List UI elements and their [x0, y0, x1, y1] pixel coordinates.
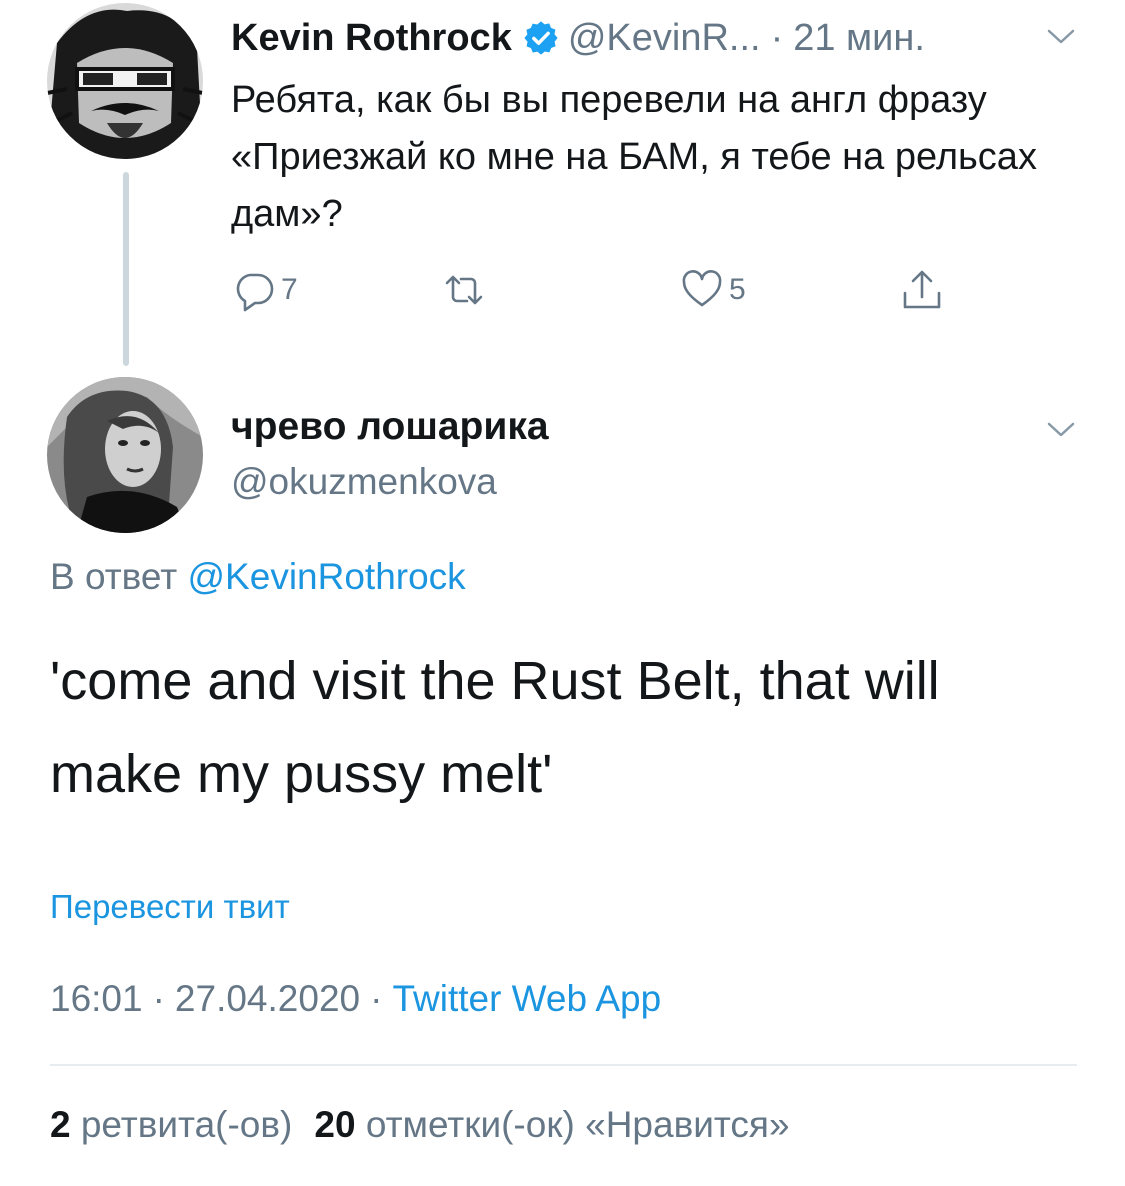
parent-tweet-text: Ребята, как бы вы перевели на англ фразу…: [231, 79, 1037, 235]
reply-to-prefix: В ответ: [50, 556, 178, 597]
parent-author-handle[interactable]: @KevinR...: [568, 17, 761, 60]
reply-to-line: В ответ @KevinRothrock: [50, 556, 466, 598]
translate-tweet-link[interactable]: Перевести твит: [50, 888, 290, 926]
reply-to-mention-link[interactable]: @KevinRothrock: [188, 556, 466, 597]
retweet-icon: [441, 267, 487, 313]
parent-tweet-actions: 7 5: [231, 262, 961, 318]
like-count: 5: [729, 273, 746, 306]
likes-label: отметки(-ок) «Нравится»: [365, 1104, 790, 1145]
tweet-meta: 16:01 · 27.04.2020 · Twitter Web App: [50, 978, 661, 1020]
reply-author-avatar[interactable]: [47, 377, 203, 533]
reply-tweet-text: 'come and visit the Rust Belt, that will…: [50, 651, 940, 804]
reply-author-name[interactable]: чрево лошарика: [231, 405, 549, 449]
tweet-stats: 2 ретвита(-ов) 20 отметки(-ок) «Нравится»: [50, 1104, 790, 1146]
like-button[interactable]: 5: [679, 262, 746, 318]
meta-separator: ·: [370, 978, 383, 1019]
likes-stat[interactable]: 20 отметки(-ок) «Нравится»: [314, 1104, 789, 1145]
verified-badge-icon: [522, 19, 560, 57]
retweets-label: ретвита(-ов): [80, 1104, 293, 1145]
parent-tweet-time[interactable]: 21 мин.: [793, 17, 925, 60]
heart-icon: [679, 267, 725, 313]
header-separator: ·: [770, 16, 784, 59]
retweets-count: 2: [50, 1104, 71, 1145]
reply-button[interactable]: 7: [231, 262, 298, 318]
likes-count: 20: [314, 1104, 356, 1145]
reply-icon: [231, 267, 277, 313]
reply-count: 7: [281, 273, 298, 306]
retweets-stat[interactable]: 2 ретвита(-ов): [50, 1104, 292, 1145]
chevron-down-icon[interactable]: [1046, 27, 1076, 47]
meta-separator: ·: [152, 978, 165, 1019]
parent-author-avatar[interactable]: [47, 3, 203, 159]
tweet-time: 16:01: [50, 978, 143, 1019]
share-icon: [899, 267, 945, 313]
retweet-button[interactable]: [441, 262, 491, 318]
share-button[interactable]: [899, 262, 945, 318]
parent-author-name[interactable]: Kevin Rothrock: [231, 17, 512, 60]
tweet-source-link[interactable]: Twitter Web App: [392, 978, 661, 1019]
chevron-down-icon[interactable]: [1046, 420, 1076, 440]
parent-tweet-header: Kevin Rothrock @KevinR... · 21 мин.: [231, 12, 925, 64]
divider: [50, 1064, 1077, 1066]
thread-connector-line: [123, 172, 129, 366]
reply-author-handle[interactable]: @okuzmenkova: [231, 461, 497, 503]
tweet-date: 27.04.2020: [174, 978, 361, 1019]
